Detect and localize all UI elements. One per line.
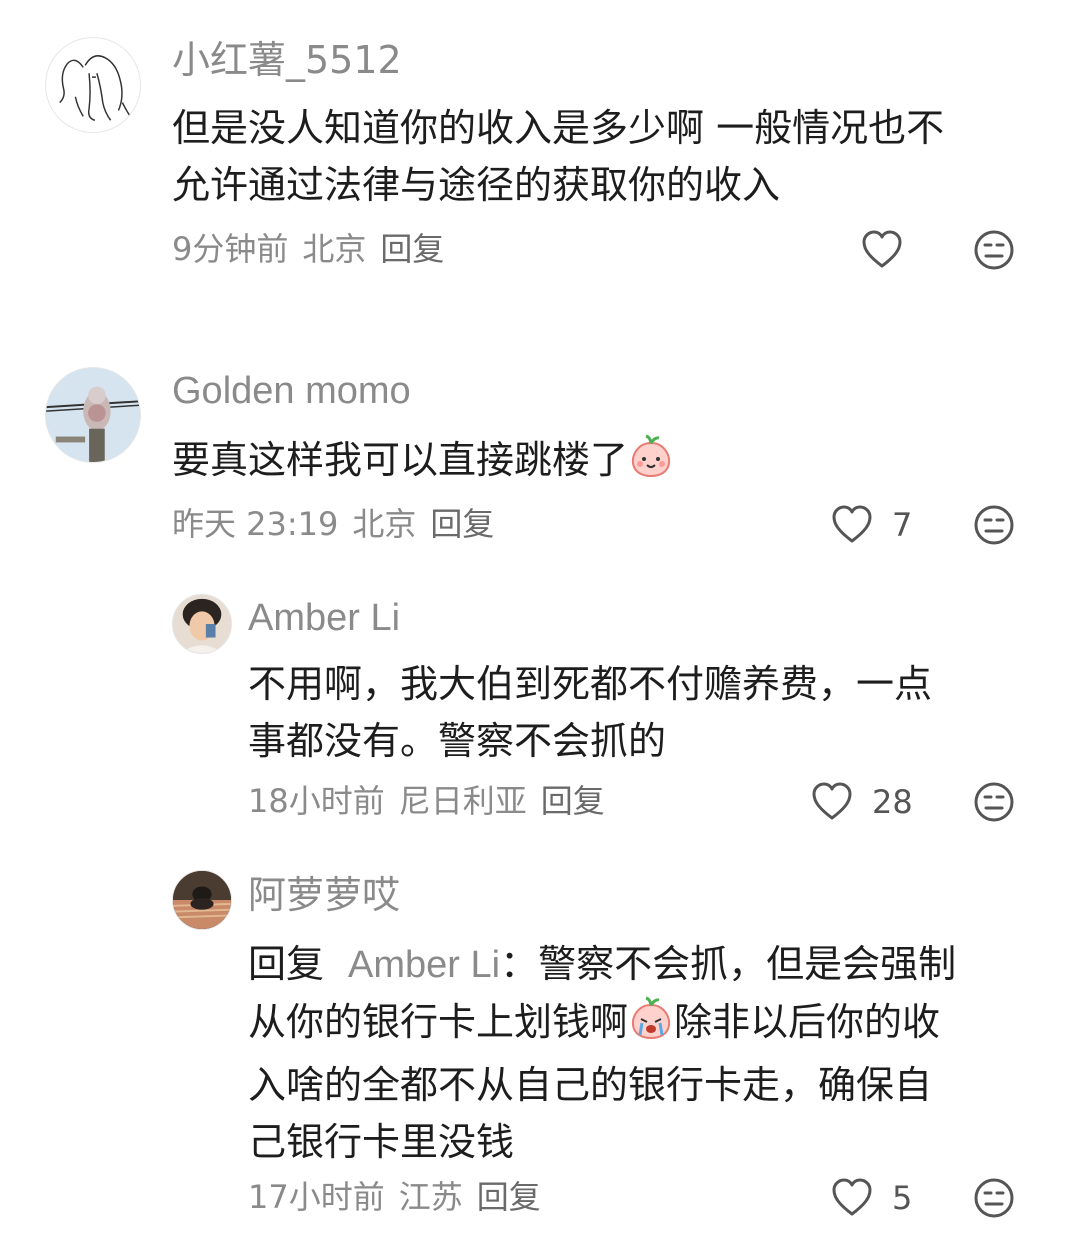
reply-text-segment: 除非以后你的收 [674, 1000, 941, 1044]
timestamp: 9分钟前 [172, 230, 289, 268]
meh-face-icon [974, 782, 1014, 822]
heart-icon [862, 230, 902, 268]
heart-icon [812, 782, 852, 820]
avatar[interactable] [45, 367, 141, 463]
location: 北京 [352, 505, 417, 543]
reply-button[interactable]: 回复 [380, 230, 444, 268]
comment-text[interactable]: 要真这样我可以直接跳楼了 [172, 432, 1052, 495]
dislike-button[interactable] [972, 780, 1016, 824]
elephant-sketch-icon [59, 55, 131, 121]
dislike-button[interactable] [972, 228, 1016, 272]
heart-icon [832, 1178, 872, 1216]
meh-face-icon [974, 505, 1014, 545]
owl-photo-icon [46, 368, 140, 462]
reply-text[interactable]: 不用啊，我大伯到死都不付赡养费，一点 事都没有。警察不会抓的 [248, 656, 1048, 770]
username[interactable]: Amber Li [248, 596, 400, 640]
reply-meta: 18小时前 尼日利亚 回复 [248, 781, 619, 821]
reply-button[interactable]: 回复 [477, 1178, 541, 1216]
dislike-button[interactable] [972, 503, 1016, 547]
timestamp: 昨天 23:19 [172, 505, 339, 543]
meh-face-icon [974, 1178, 1014, 1218]
avatar[interactable] [45, 37, 141, 133]
username[interactable]: 阿萝萝哎 [248, 873, 400, 917]
like-button[interactable]: 7 [830, 503, 912, 547]
comment-meta: 昨天 23:19 北京 回复 [172, 504, 508, 544]
comment-text-line: 要真这样我可以直接跳楼了 [172, 438, 629, 482]
avatar[interactable] [172, 870, 232, 930]
location: 江苏 [398, 1178, 463, 1216]
peach-smile-emoji-icon [628, 433, 674, 495]
location: 北京 [302, 230, 367, 268]
reply-meta: 17小时前 江苏 回复 [248, 1177, 555, 1217]
reply-text-line: 事都没有。警察不会抓的 [248, 719, 667, 763]
username[interactable]: Golden momo [172, 369, 411, 413]
heart-icon [832, 505, 872, 543]
dislike-button[interactable] [972, 1176, 1016, 1220]
reply-text-line: 从你的银行卡上划钱啊 除非以后你的收 [248, 994, 1048, 1057]
like-button[interactable]: 28 [810, 780, 913, 824]
reply-prefix: 回复 [248, 942, 325, 986]
reply-text-line: 不用啊，我大伯到死都不付赡养费，一点 [248, 662, 933, 706]
person-photo-icon [173, 595, 231, 653]
dog-photo-icon [173, 871, 231, 929]
reply-text-line: 回复 Amber Li：警察不会抓，但是会强制 [248, 936, 1048, 994]
like-button[interactable] [860, 228, 904, 272]
peach-crying-emoji-icon [628, 995, 674, 1057]
reply-button[interactable]: 回复 [430, 505, 494, 543]
comment-text[interactable]: 但是没人知道你的收入是多少啊 一般情况也不 允许通过法律与途径的获取你的收入 [172, 100, 1052, 214]
comment-meta: 9分钟前 北京 回复 [172, 229, 458, 269]
like-count: 7 [892, 506, 913, 544]
reply-text-segment: ：警察不会抓，但是会强制 [500, 942, 957, 986]
reply-button[interactable]: 回复 [541, 782, 605, 820]
like-button[interactable]: 5 [830, 1176, 912, 1220]
reply-text-segment: 从你的银行卡上划钱啊 [248, 1000, 629, 1044]
like-count: 5 [892, 1179, 913, 1217]
reply-text[interactable]: 回复 Amber Li：警察不会抓，但是会强制 从你的银行卡上划钱啊 除非以后你的… [248, 936, 1048, 1171]
reply-text-line: 入啥的全都不从自己的银行卡走，确保自 [248, 1063, 933, 1107]
meh-face-icon [974, 230, 1014, 270]
like-count: 28 [872, 783, 913, 821]
avatar[interactable] [172, 594, 232, 654]
timestamp: 18小时前 [248, 782, 385, 820]
timestamp: 17小时前 [248, 1178, 385, 1216]
location: 尼日利亚 [398, 782, 527, 820]
comment-text-line: 允许通过法律与途径的获取你的收入 [172, 163, 781, 207]
mention-link[interactable]: Amber Li [348, 944, 500, 986]
comment-text-line: 但是没人知道你的收入是多少啊 一般情况也不 [172, 106, 945, 150]
reply-text-line: 己银行卡里没钱 [248, 1120, 515, 1164]
username[interactable]: 小红薯_5512 [172, 38, 402, 82]
